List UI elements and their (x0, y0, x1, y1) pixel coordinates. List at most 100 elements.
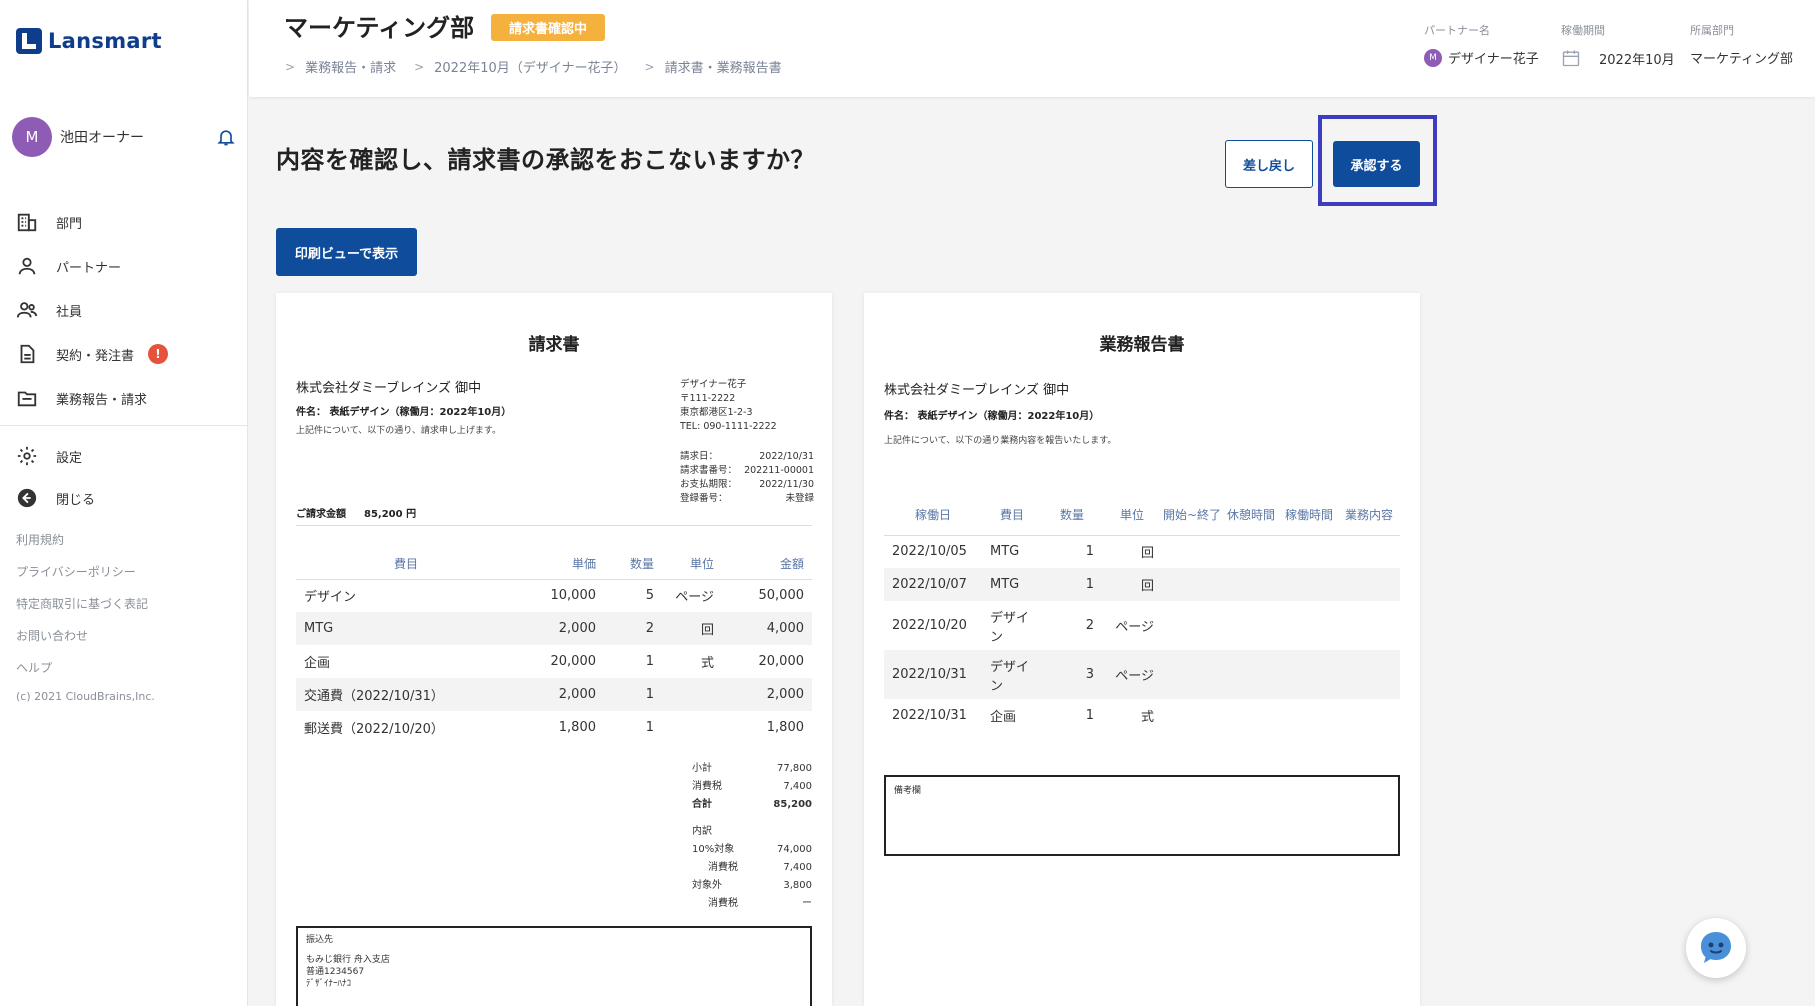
dept-text: マーケティング部 (1690, 52, 1793, 67)
link-help[interactable]: ヘルプ (16, 658, 155, 690)
issuer-line: 〒111-2222 (680, 393, 736, 404)
total-row: 消費税 7,400 (692, 778, 812, 796)
invoice-breakdown: 内訳 10%対象 74,000 消費税 7,400 対象外 3,800 消費税ー (692, 823, 812, 913)
report-subject: 件名： 表紙デザイン（稼働月：2022年10月） (884, 411, 1100, 422)
table-row: 企画 20,000 1 式 20,000 (296, 645, 812, 678)
breakdown-row: 消費税 ー (692, 895, 812, 913)
report-title: 業務報告書 (1099, 335, 1185, 355)
invoice-info: 請求日： 2022/10/31 請求書番号： 202211-00001 お支払期限：… (680, 450, 814, 506)
secondary-nav: 設定 閉じる (0, 435, 248, 519)
breadcrumb-item[interactable]: >2022年10月（デザイナー花子） (414, 57, 626, 77)
nav-item-contracts[interactable]: 契約・発注書 ! (0, 332, 248, 376)
invoice-recipient: 株式会社ダミーブレインズ 御中 (296, 381, 482, 396)
nav-label: 閉じる (56, 492, 96, 508)
total-label: 合計 (692, 799, 712, 810)
period-text: 2022年10月 (1599, 52, 1675, 68)
link-privacy[interactable]: プライバシーポリシー (16, 562, 155, 594)
cell-price: 2,000 (516, 612, 604, 645)
column-header: 単位 (1102, 495, 1162, 536)
user-profile[interactable]: M 池田オーナー (12, 117, 236, 157)
cell-item: 企画 (990, 710, 1017, 725)
breakdown-item: 10%対象 (692, 844, 735, 855)
logo-icon (16, 28, 42, 54)
cell-unit: 式 (700, 656, 714, 671)
cell-unit: 回 (1140, 546, 1154, 562)
cell-date: 2022/10/20 (892, 618, 967, 633)
bank-label: 振込先 (306, 935, 334, 945)
info-row: 請求日： 2022/10/31 (680, 450, 814, 464)
issuer-line: 東京都港区1-2-3 (680, 407, 753, 418)
column-header: 費目 (982, 495, 1042, 536)
nav-divider (0, 425, 248, 426)
footer-links: 利用規約 プライバシーポリシー 特定商取引に基づく表記 お問い合わせ ヘルプ (… (16, 530, 155, 703)
nav-item-reports[interactable]: 業務報告・請求 (0, 376, 248, 420)
column-header: 休憩時間 (1222, 495, 1280, 536)
chevron-right-icon: > (285, 59, 296, 74)
link-commerce-law[interactable]: 特定商取引に基づく表記 (16, 594, 155, 626)
alert-badge: ! (148, 344, 169, 364)
dept-value: マーケティング部 (1690, 48, 1793, 67)
calendar-icon (1562, 50, 1580, 67)
chevron-right-icon: > (414, 59, 425, 74)
cell-date: 2022/10/31 (892, 708, 967, 723)
nav-item-departments[interactable]: 部門 (0, 200, 248, 244)
approve-button[interactable]: 承認する (1333, 141, 1420, 187)
partner-label: パートナー名 (1424, 24, 1490, 37)
print-view-button[interactable]: 印刷ビューで表示 (276, 228, 417, 276)
report-table: 稼働日 費目 数量 単位 開始~終了 休憩時間 稼働時間 業務内容 2022/1… (884, 495, 1400, 732)
info-row: 請求書番号： 202211-00001 (680, 464, 814, 478)
logo[interactable]: Lansmart (16, 28, 162, 54)
nav-item-partners[interactable]: パートナー (0, 244, 248, 288)
breakdown-value: ー (802, 898, 812, 909)
cell-unit: 式 (1140, 710, 1154, 725)
breakdown-value: 74,000 (777, 844, 812, 855)
bell-icon[interactable] (216, 127, 236, 147)
chat-support-button[interactable] (1686, 918, 1746, 978)
status-badge: 請求書確認中 (491, 14, 606, 41)
nav-item-employees[interactable]: 社員 (0, 288, 248, 332)
breadcrumb-label: 請求書・業務報告書 (664, 61, 782, 76)
info-row: 登録番号： 未登録 (680, 492, 814, 506)
nav-label: 契約・発注書 (56, 348, 135, 364)
cell-price: 1,800 (558, 720, 596, 735)
return-button[interactable]: 差し戻し (1225, 140, 1313, 188)
nav-item-settings[interactable]: 設定 (0, 435, 248, 477)
partner-name: デザイナー花子 (1448, 52, 1539, 67)
invoice-title: 請求書 (528, 335, 580, 355)
people-icon (16, 302, 38, 318)
column-header: 単位 (662, 549, 722, 580)
cell-qty: 2 (604, 612, 662, 645)
cell-date: 2022/10/31 (884, 650, 982, 699)
invoice-card: 請求書 株式会社ダミーブレインズ 御中 件名： 表紙デザイン（稼働月：2022年… (276, 293, 832, 1006)
column-header: 稼働日 (884, 495, 982, 536)
cell-amount: 20,000 (758, 654, 805, 669)
info-label: 登録番号： (680, 493, 728, 504)
cell-item: デザイン (990, 610, 1030, 645)
nav-label: 社員 (56, 304, 83, 320)
cell-item: MTG (982, 568, 1042, 601)
brand-name: Lansmart (48, 29, 162, 53)
cell-unit (662, 678, 722, 711)
cell-qty: 3 (1042, 650, 1102, 699)
partner-value: M デザイナー花子 (1424, 48, 1539, 67)
invoice-issuer: デザイナー花子 〒111-2222 東京都港区1-2-3 TEL: 090-11… (680, 378, 777, 434)
breadcrumb-item[interactable]: > 業務報告・請求 (285, 57, 397, 77)
breakdown-item: 消費税 (708, 898, 738, 909)
cell-qty: 1 (1085, 708, 1094, 723)
cell-item: MTG (990, 544, 1020, 560)
link-contact[interactable]: お問い合わせ (16, 626, 155, 658)
period-value: 2022年10月 (1561, 48, 1675, 68)
breakdown-item: 消費税 (708, 862, 738, 873)
cell-unit: ページ (1102, 650, 1162, 699)
cell-item: MTG (296, 612, 516, 645)
issuer-line: デザイナー花子 (680, 379, 747, 390)
link-terms[interactable]: 利用規約 (16, 530, 155, 562)
amount-value: 85,200 円 (364, 509, 417, 520)
issuer-line: TEL: 090-1111-2222 (680, 421, 777, 432)
breadcrumb-label: 業務報告・請求 (305, 61, 397, 76)
table-row: 2022/10/31 企画 1 式 (884, 699, 1400, 732)
cell-unit (662, 711, 722, 744)
nav-item-close[interactable]: 閉じる (0, 477, 248, 519)
column-header: 費目 (296, 549, 516, 580)
cell-qty: 5 (645, 588, 654, 604)
